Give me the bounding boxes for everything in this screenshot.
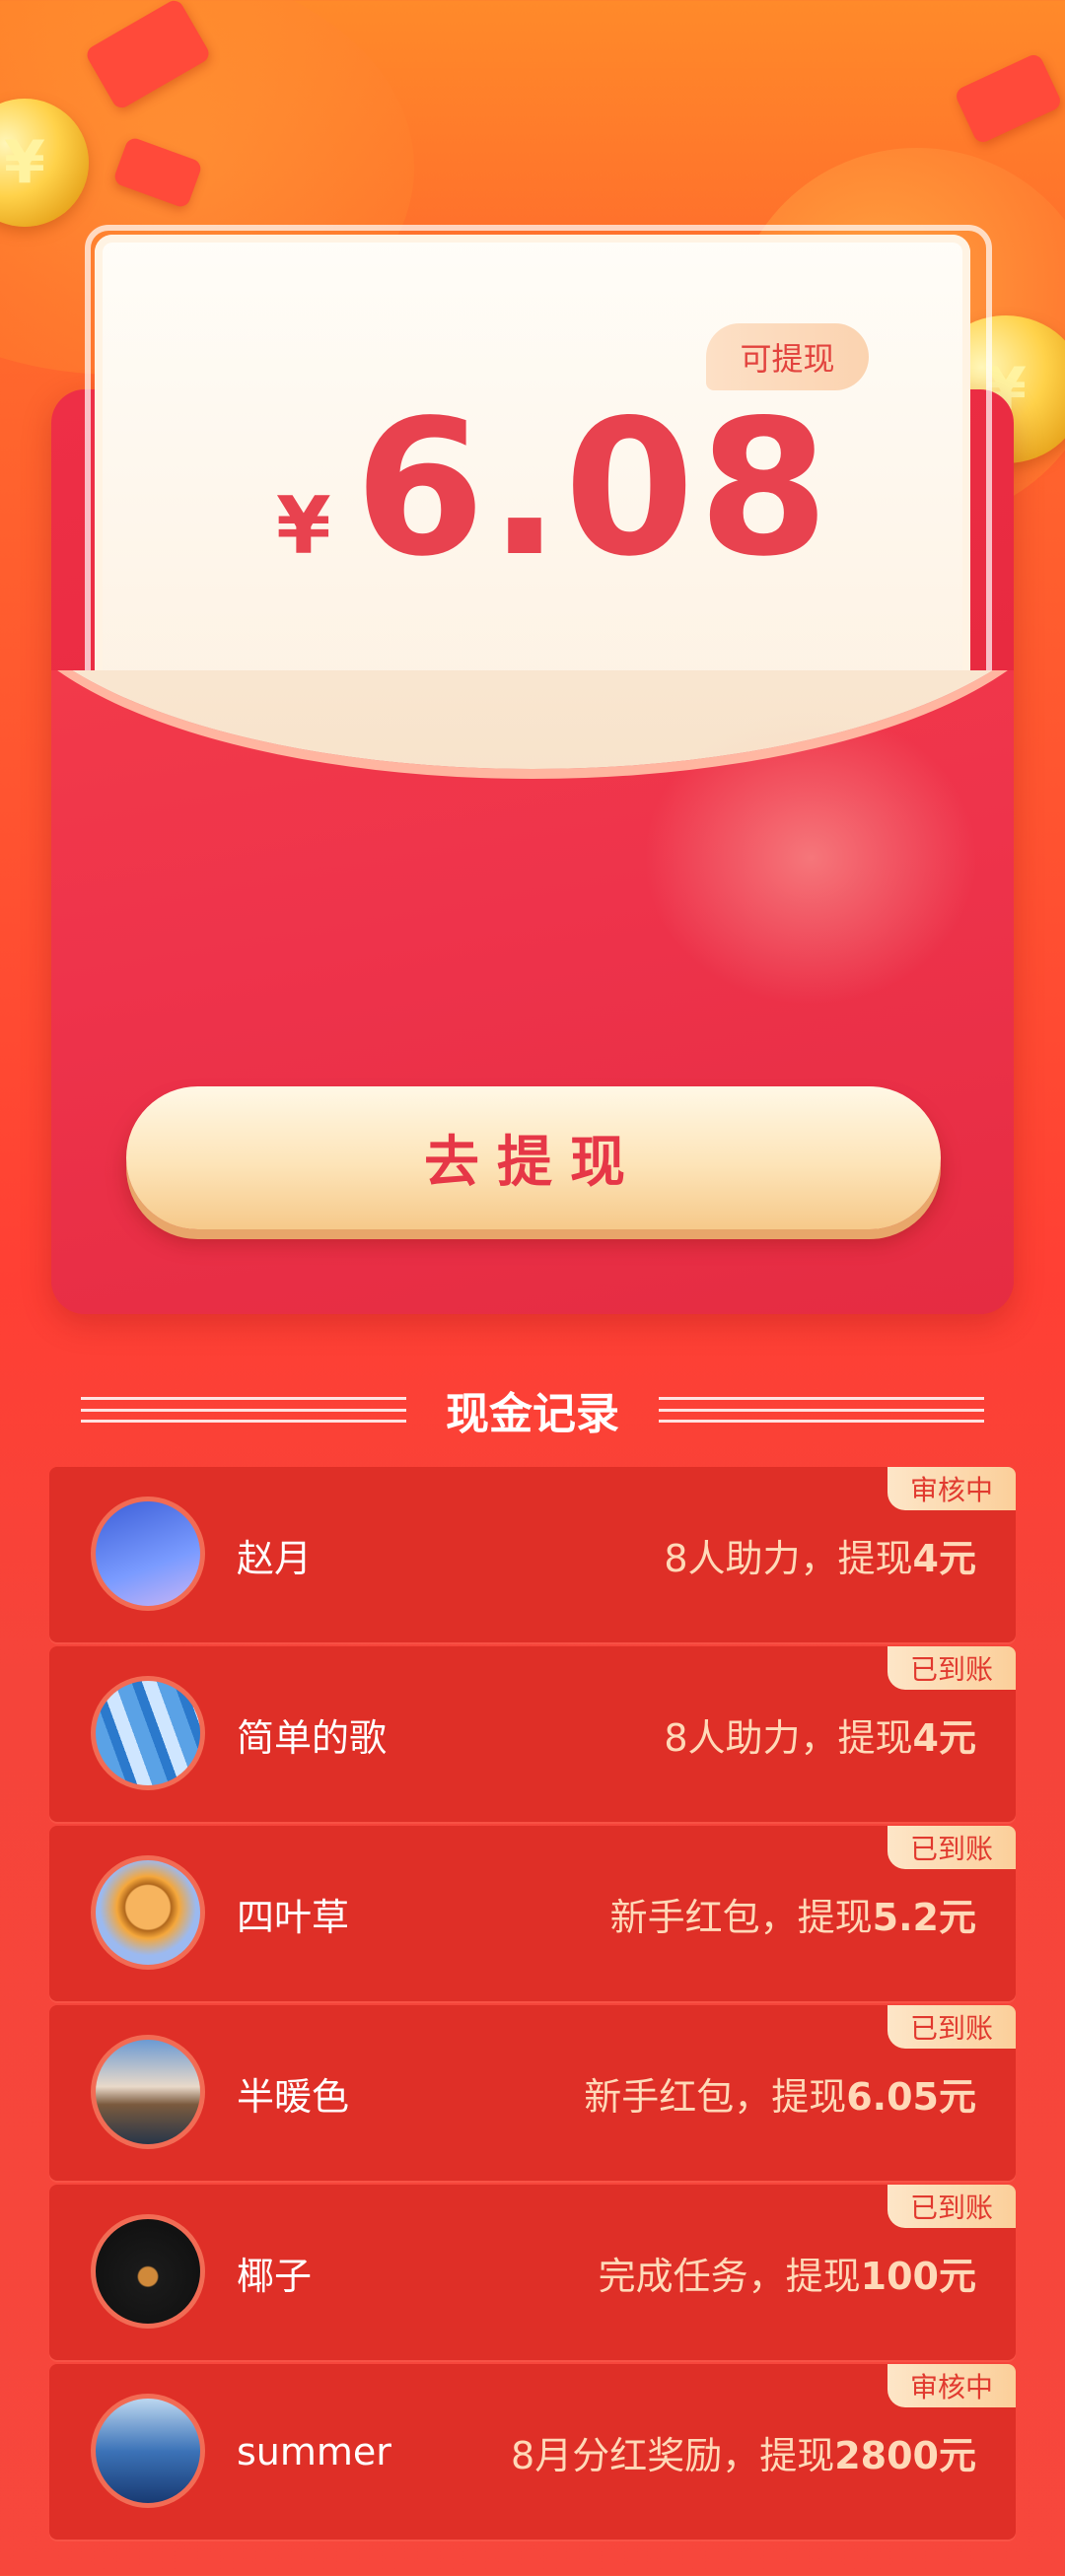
coin-icon: ¥ [0,99,89,227]
avatar [91,1497,205,1611]
envelope-shine [643,710,978,1006]
record-amount: 4元 [912,1715,976,1760]
ribbon-decoration [953,51,1064,146]
currency-symbol: ¥ [276,480,331,572]
records-header: 现金记录 [0,1370,1065,1449]
record-amount: 2800元 [834,2433,976,2477]
title-decoration-left [81,1397,406,1423]
record-user-name: 赵月 [237,1536,313,1580]
record-user-name: 四叶草 [237,1895,350,1939]
record-desc-text: 新手红包，提现 [584,2074,847,2119]
avatar [91,1676,205,1790]
balance-amount: ¥ 6.08 [276,380,832,597]
avatar [91,2394,205,2508]
balance-value: 6.08 [354,380,833,597]
status-badge: 已到账 [888,2185,1016,2228]
record-desc-text: 8月分红奖励，提现 [511,2433,835,2477]
record-user-name: 椰子 [237,2254,313,2298]
record-row[interactable]: 半暖色 新手红包，提现 6.05元 已到账 [49,2005,1016,2181]
record-amount: 100元 [860,2254,976,2298]
record-user-name: 简单的歌 [237,1715,388,1760]
record-row[interactable]: 四叶草 新手红包，提现 5.2元 已到账 [49,1826,1016,2001]
avatar [91,2214,205,2329]
record-desc-text: 8人助力，提现 [664,1715,913,1760]
record-desc-text: 8人助力，提现 [664,1536,913,1580]
record-row[interactable]: summer 8月分红奖励，提现 2800元 审核中 [49,2364,1016,2540]
status-badge: 审核中 [888,1467,1016,1510]
record-user-name: summer [237,2430,391,2473]
record-row[interactable]: 简单的歌 8人助力，提现 4元 已到账 [49,1646,1016,1822]
status-badge: 审核中 [888,2364,1016,2407]
status-badge: 已到账 [888,1826,1016,1869]
withdraw-button[interactable]: 去提现 [126,1086,941,1229]
record-row[interactable]: 椰子 完成任务，提现 100元 已到账 [49,2185,1016,2360]
status-badge: 已到账 [888,2005,1016,2049]
record-user-name: 半暖色 [237,2074,350,2119]
record-row[interactable]: 赵月 8人助力，提现 4元 审核中 [49,1467,1016,1642]
record-desc-text: 完成任务，提现 [598,2254,861,2298]
status-badge: 已到账 [888,1646,1016,1690]
cash-records-list: 赵月 8人助力，提现 4元 审核中 简单的歌 8人助力，提现 4元 已到账 四叶草 … [49,1467,1016,2543]
record-amount: 4元 [912,1536,976,1580]
records-title: 现金记录 [446,1389,619,1439]
record-amount: 6.05元 [846,2074,976,2119]
record-desc-text: 新手红包，提现 [609,1895,873,1939]
avatar [91,2035,205,2149]
record-amount: 5.2元 [872,1895,976,1939]
avatar [91,1855,205,1970]
title-decoration-right [659,1397,984,1423]
